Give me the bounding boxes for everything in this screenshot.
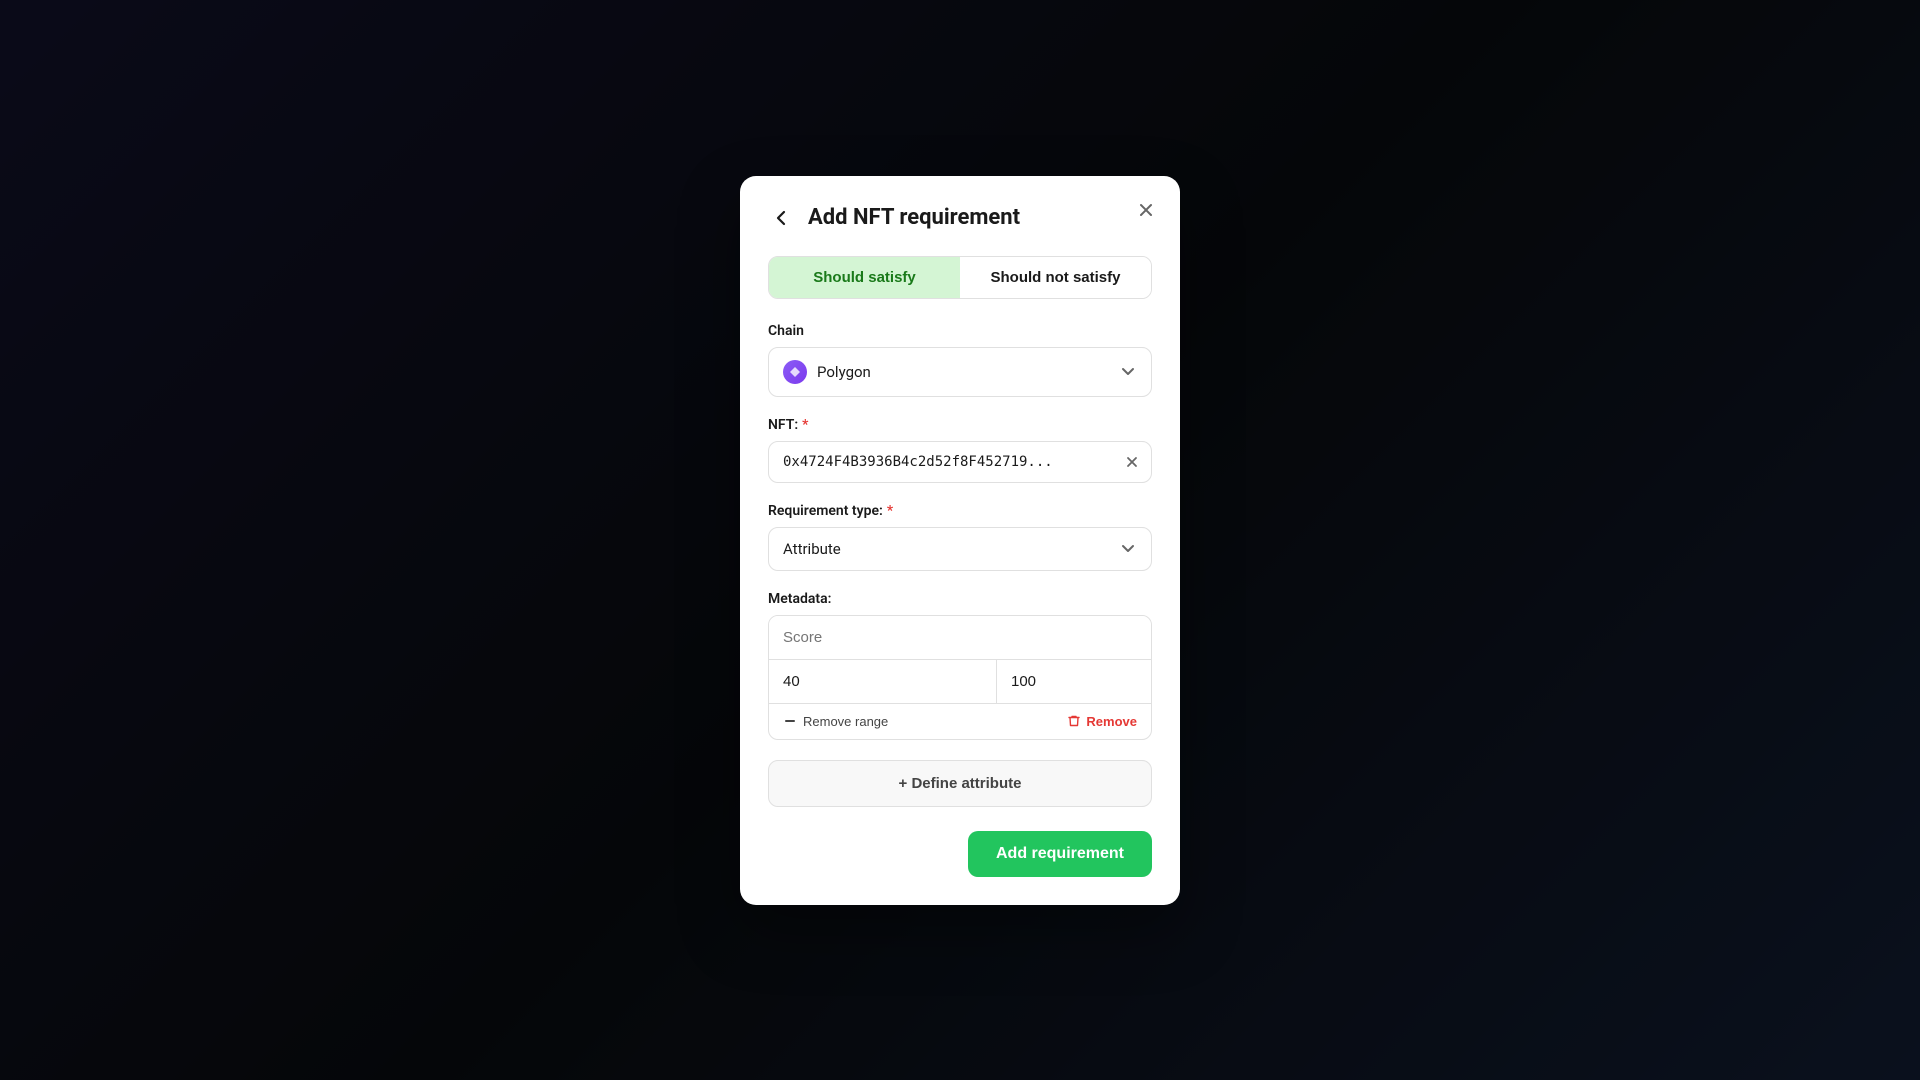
nft-input-wrapper bbox=[768, 441, 1152, 483]
tabs-row: Should satisfy Should not satisfy bbox=[768, 256, 1152, 299]
trash-icon bbox=[1067, 714, 1081, 728]
req-type-required-star: * bbox=[887, 503, 893, 519]
back-arrow-icon bbox=[772, 208, 792, 228]
nft-required-star: * bbox=[802, 417, 808, 433]
chain-field-group: Chain Polygon bbox=[768, 323, 1152, 397]
requirement-type-field-group: Requirement type: * Attribute bbox=[768, 503, 1152, 571]
metadata-label: Metadata: bbox=[768, 591, 1152, 607]
polygon-icon bbox=[783, 360, 807, 384]
tab-should-satisfy[interactable]: Should satisfy bbox=[769, 257, 960, 298]
req-type-chevron-icon bbox=[1119, 540, 1137, 558]
remove-range-icon bbox=[783, 714, 797, 728]
close-icon bbox=[1136, 200, 1156, 220]
modal-dialog: Add NFT requirement Should satisfy Shoul… bbox=[740, 176, 1180, 905]
nft-input[interactable] bbox=[768, 441, 1152, 483]
modal-wrapper: Add NFT requirement Should satisfy Shoul… bbox=[0, 0, 1920, 1080]
metadata-section: Metadata: Remove range bbox=[768, 591, 1152, 740]
chain-label: Chain bbox=[768, 323, 1152, 339]
nft-clear-button[interactable] bbox=[1124, 454, 1140, 470]
polygon-logo-icon bbox=[788, 365, 802, 379]
close-button[interactable] bbox=[1132, 196, 1160, 224]
range-actions-row: Remove range Remove bbox=[769, 704, 1151, 739]
nft-clear-icon bbox=[1124, 454, 1140, 470]
chain-select[interactable]: Polygon bbox=[768, 347, 1152, 397]
range-max-input[interactable] bbox=[997, 660, 1152, 703]
metadata-card: Remove range Remove bbox=[768, 615, 1152, 740]
range-inputs-row bbox=[769, 660, 1151, 704]
chain-chevron-icon bbox=[1119, 363, 1137, 381]
metadata-name-input[interactable] bbox=[769, 616, 1151, 660]
range-min-input[interactable] bbox=[769, 660, 997, 703]
requirement-type-value: Attribute bbox=[783, 540, 841, 558]
back-button[interactable] bbox=[768, 204, 796, 232]
tab-should-not-satisfy[interactable]: Should not satisfy bbox=[960, 257, 1151, 298]
add-requirement-button[interactable]: Add requirement bbox=[968, 831, 1152, 877]
nft-label: NFT: * bbox=[768, 417, 1152, 433]
remove-metadata-button[interactable]: Remove bbox=[1067, 714, 1137, 729]
modal-title: Add NFT requirement bbox=[808, 205, 1152, 230]
requirement-type-label: Requirement type: * bbox=[768, 503, 1152, 519]
remove-range-button[interactable]: Remove range bbox=[783, 714, 888, 729]
nft-field-group: NFT: * bbox=[768, 417, 1152, 483]
requirement-type-select[interactable]: Attribute bbox=[768, 527, 1152, 571]
define-attribute-button[interactable]: + Define attribute bbox=[768, 760, 1152, 807]
footer-row: Add requirement bbox=[768, 831, 1152, 877]
modal-header: Add NFT requirement bbox=[768, 204, 1152, 232]
chain-value: Polygon bbox=[817, 363, 871, 381]
